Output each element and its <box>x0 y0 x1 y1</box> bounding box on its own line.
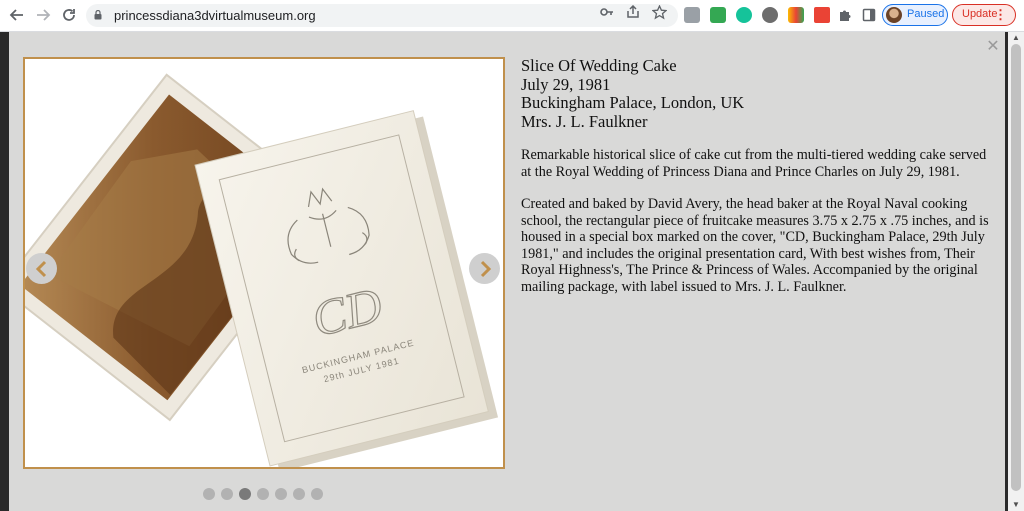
artifact-date: July 29, 1981 <box>521 74 611 94</box>
avatar <box>886 7 902 23</box>
artifact-description-1: Remarkable historical slice of cake cut … <box>521 147 987 180</box>
update-button[interactable]: Update ⋮ <box>952 4 1016 26</box>
previous-slide-button[interactable] <box>26 253 57 284</box>
extension-2-icon[interactable] <box>710 7 726 23</box>
scroll-up-icon[interactable]: ▲ <box>1012 33 1020 42</box>
reload-icon[interactable] <box>58 4 80 26</box>
browser-toolbar: princessdiana3dvirtualmuseum.org Paused … <box>0 0 1024 32</box>
artifact-owner: Mrs. J. L. Faulkner <box>521 111 648 131</box>
profile-button[interactable]: Paused <box>882 4 948 26</box>
forward-arrow-icon[interactable] <box>32 4 54 26</box>
url-text[interactable]: princessdiana3dvirtualmuseum.org <box>114 8 316 23</box>
more-vert-icon[interactable]: ⋮ <box>994 7 1007 23</box>
chevron-left-icon <box>35 260 46 277</box>
next-slide-button[interactable] <box>469 253 500 284</box>
carousel-dot[interactable] <box>221 488 233 500</box>
carousel-dots <box>203 488 323 500</box>
profile-status-label: Paused <box>907 8 945 20</box>
artifact-description-2: Created and baked by David Avery, the he… <box>521 196 989 295</box>
chevron-right-icon <box>480 260 491 277</box>
star-icon[interactable] <box>650 3 668 21</box>
carousel-dot[interactable] <box>311 488 323 500</box>
share-icon[interactable] <box>624 3 642 21</box>
carousel-dot[interactable] <box>275 488 287 500</box>
carousel-dot[interactable] <box>257 488 269 500</box>
scrollbar-thumb[interactable] <box>1011 44 1021 491</box>
address-bar[interactable]: princessdiana3dvirtualmuseum.org <box>86 4 678 27</box>
extension-4-icon[interactable] <box>762 7 778 23</box>
extension-5-icon[interactable] <box>788 7 804 23</box>
carousel-dot[interactable] <box>203 488 215 500</box>
side-panel-icon[interactable] <box>860 6 878 24</box>
artifact-details: Slice Of Wedding Cake July 29, 1981 Buck… <box>521 56 991 295</box>
artifact-title: Slice Of Wedding Cake <box>521 56 677 75</box>
artifact-photo: CD BUCKINGHAM PALACE 29th JULY 1981 <box>23 57 505 469</box>
lock-icon[interactable] <box>94 10 102 20</box>
key-icon[interactable] <box>598 3 616 21</box>
extension-6-icon[interactable] <box>814 7 830 23</box>
back-arrow-icon[interactable] <box>6 4 28 26</box>
update-label: Update <box>962 8 998 20</box>
grammarly-icon[interactable] <box>736 7 752 23</box>
scroll-down-icon[interactable]: ▼ <box>1012 500 1020 509</box>
carousel-dot[interactable] <box>293 488 305 500</box>
carousel-dot[interactable] <box>239 488 251 500</box>
cake-box-illustration: CD BUCKINGHAM PALACE 29th JULY 1981 <box>25 73 499 467</box>
close-icon[interactable]: ✕ <box>986 39 1000 55</box>
artifact-location: Buckingham Palace, London, UK <box>521 93 745 112</box>
puzzle-icon[interactable] <box>836 6 854 24</box>
extension-1-icon[interactable] <box>684 7 700 23</box>
